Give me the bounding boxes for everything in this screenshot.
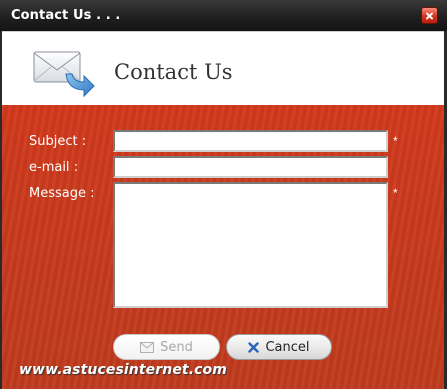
close-button[interactable]: [421, 7, 438, 24]
mail-reply-icon: [33, 51, 95, 98]
subject-label: Subject :: [29, 134, 87, 149]
cancel-button[interactable]: Cancel: [226, 334, 332, 360]
subject-input[interactable]: [113, 130, 388, 152]
x-icon: [248, 341, 260, 353]
send-label: Send: [160, 339, 193, 355]
header-banner: Contact Us: [2, 31, 444, 105]
title-bar[interactable]: Contact Us . . .: [0, 0, 447, 31]
email-label: e-mail :: [29, 160, 79, 175]
message-required-marker: *: [393, 186, 398, 200]
email-input[interactable]: [113, 156, 388, 178]
message-textarea[interactable]: [113, 182, 388, 308]
header-title: Contact Us: [114, 60, 233, 84]
window-title: Contact Us . . .: [11, 8, 121, 23]
message-label: Message :: [29, 186, 95, 201]
send-button[interactable]: Send: [113, 334, 220, 360]
subject-required-marker: *: [393, 134, 398, 148]
envelope-icon: [140, 341, 155, 353]
watermark-text: www.astucesinternet.com: [19, 362, 227, 378]
contact-window: Contact Us . . . Contact Us Subject: * …: [0, 0, 447, 389]
cancel-label: Cancel: [265, 339, 310, 355]
contact-form: Subject : * e-mail : Message : * Send Ca…: [2, 105, 444, 389]
